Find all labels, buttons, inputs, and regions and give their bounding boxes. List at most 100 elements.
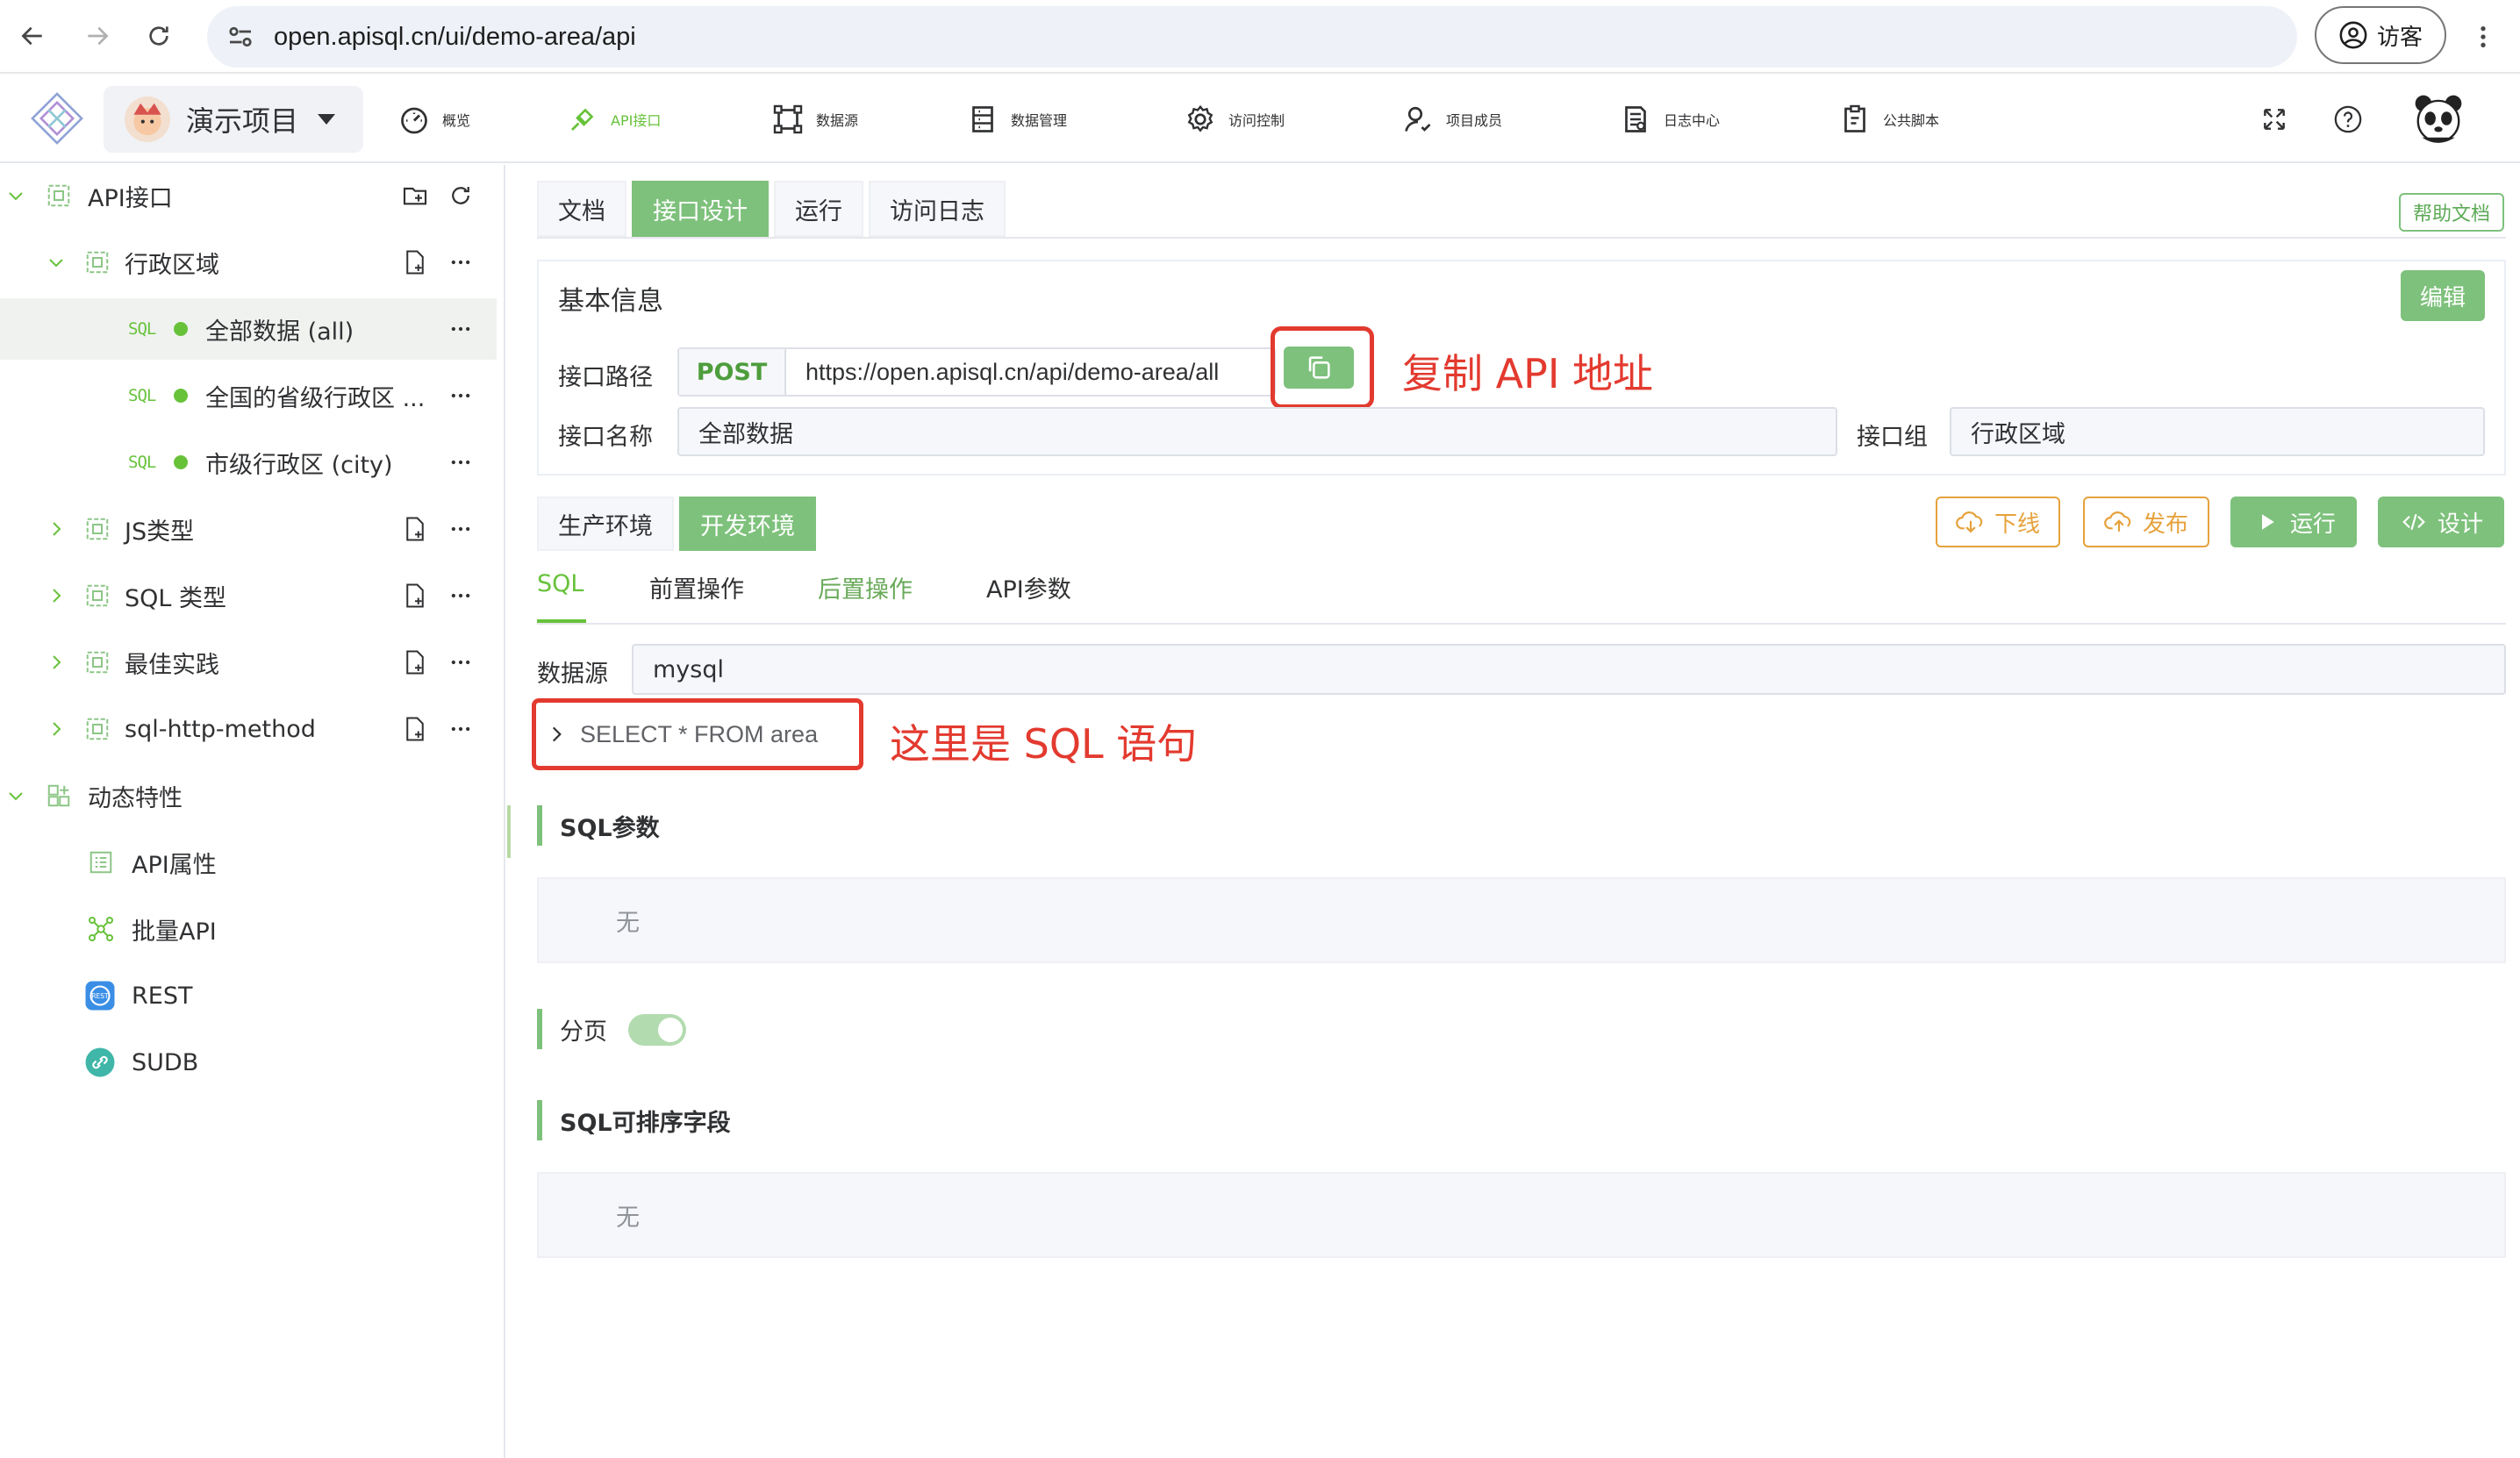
chevron-right-icon[interactable] bbox=[545, 723, 568, 746]
reload-button[interactable] bbox=[139, 16, 179, 56]
publish-button[interactable]: 发布 bbox=[2083, 497, 2209, 547]
datasource-icon bbox=[773, 104, 803, 134]
more-horizontal-icon bbox=[451, 526, 470, 532]
more-actions-button[interactable] bbox=[446, 381, 476, 411]
edit-button[interactable]: 编辑 bbox=[2401, 270, 2485, 321]
tab-production[interactable]: 生产环境 bbox=[537, 497, 674, 551]
cloud-download-icon bbox=[1956, 511, 1983, 533]
add-api-button[interactable] bbox=[400, 714, 430, 744]
chevron-right-icon[interactable] bbox=[46, 652, 67, 673]
tree-api-all[interactable]: SQL 全部数据 (all) bbox=[0, 298, 497, 360]
code-icon bbox=[2402, 513, 2425, 531]
profile-label: 访客 bbox=[2376, 24, 2423, 51]
more-actions-button[interactable] bbox=[446, 714, 476, 744]
offline-button[interactable]: 下线 bbox=[1936, 497, 2060, 547]
project-selector[interactable]: 演示项目 bbox=[104, 86, 363, 153]
api-group-field[interactable]: 行政区域 bbox=[1950, 407, 2485, 456]
forward-button[interactable] bbox=[77, 16, 118, 56]
chevron-down-icon[interactable] bbox=[5, 785, 26, 806]
api-path-field[interactable]: POST https://open.apisql.cn/api/demo-are… bbox=[677, 347, 1276, 397]
tree-group-sql-http-method[interactable]: sql-http-method bbox=[0, 698, 497, 760]
tree-api-city[interactable]: SQL 市级行政区 (city) bbox=[0, 432, 497, 493]
app-logo-icon[interactable] bbox=[28, 88, 86, 149]
menu-data-manage[interactable]: 数据管理 bbox=[967, 75, 1067, 163]
chevron-right-icon[interactable] bbox=[46, 585, 67, 606]
panel-splitter[interactable] bbox=[504, 165, 505, 1458]
tab-development[interactable]: 开发环境 bbox=[679, 497, 816, 551]
sql-editor-collapsed[interactable]: SELECT * FROM area bbox=[532, 698, 863, 770]
tree-item-sudb[interactable]: SUDB bbox=[0, 1032, 497, 1093]
refresh-icon bbox=[452, 187, 469, 204]
tree-api-province[interactable]: SQL 全国的省级行政区 ... bbox=[0, 365, 497, 426]
splitter-handle[interactable] bbox=[507, 805, 511, 858]
status-dot bbox=[174, 389, 188, 403]
app-header: 演示项目 概览 API接口 数据源 数据管理 访问控制 项目成员 日志中心 公共… bbox=[0, 75, 2520, 163]
tree-group-sql[interactable]: SQL 类型 bbox=[0, 565, 497, 626]
tree-root-api[interactable]: API接口 bbox=[0, 165, 497, 226]
add-api-button[interactable] bbox=[400, 247, 430, 277]
datasource-field[interactable]: mysql bbox=[632, 644, 2506, 695]
run-button[interactable]: 运行 bbox=[2230, 497, 2357, 547]
help-button[interactable] bbox=[2329, 100, 2367, 139]
chevron-down-icon[interactable] bbox=[46, 252, 67, 273]
subtab-post-ops[interactable]: 后置操作 bbox=[818, 570, 913, 604]
project-avatar bbox=[125, 96, 170, 142]
chevron-down-icon[interactable] bbox=[5, 185, 26, 206]
back-button[interactable] bbox=[12, 16, 53, 56]
more-actions-button[interactable] bbox=[446, 647, 476, 677]
chevron-right-icon[interactable] bbox=[46, 718, 67, 740]
subtab-sql[interactable]: SQL bbox=[537, 570, 583, 597]
paging-toggle[interactable] bbox=[628, 1014, 686, 1046]
more-actions-button[interactable] bbox=[446, 447, 476, 477]
project-name: 演示项目 bbox=[186, 104, 299, 138]
tree-root-dynamic[interactable]: 动态特性 bbox=[0, 765, 497, 826]
menu-log-center[interactable]: 日志中心 bbox=[1620, 75, 1720, 163]
more-horizontal-icon bbox=[451, 260, 470, 265]
reload-icon bbox=[149, 26, 168, 46]
menu-api[interactable]: API接口 bbox=[567, 75, 661, 163]
menu-members[interactable]: 项目成员 bbox=[1402, 75, 1502, 163]
tree-item-batch-api[interactable]: 批量API bbox=[0, 898, 497, 960]
tab-run[interactable]: 运行 bbox=[774, 181, 863, 237]
more-actions-button[interactable] bbox=[446, 247, 476, 277]
menu-overview[interactable]: 概览 bbox=[398, 75, 470, 163]
tab-design[interactable]: 接口设计 bbox=[632, 181, 769, 237]
site-settings-icon[interactable] bbox=[225, 21, 256, 53]
tree-group-best-practice[interactable]: 最佳实践 bbox=[0, 632, 497, 693]
subtab-api-params[interactable]: API参数 bbox=[986, 570, 1071, 604]
tree-group-admin-area[interactable]: 行政区域 bbox=[0, 232, 497, 293]
browser-menu-button[interactable] bbox=[2464, 18, 2502, 56]
file-add-icon bbox=[406, 250, 424, 275]
address-bar[interactable]: open.apisql.cn/ui/demo-area/api bbox=[207, 6, 2297, 68]
menu-public-scripts[interactable]: 公共脚本 bbox=[1839, 75, 1939, 163]
more-actions-button[interactable] bbox=[446, 314, 476, 344]
add-folder-button[interactable] bbox=[400, 181, 430, 211]
tree-group-js[interactable]: JS类型 bbox=[0, 498, 497, 560]
fullscreen-button[interactable] bbox=[2255, 100, 2294, 139]
refresh-tree-button[interactable] bbox=[446, 181, 476, 211]
file-add-icon bbox=[406, 517, 424, 541]
tab-access-log[interactable]: 访问日志 bbox=[869, 181, 1006, 237]
more-actions-button[interactable] bbox=[446, 514, 476, 544]
add-api-button[interactable] bbox=[400, 581, 430, 611]
user-avatar[interactable] bbox=[2411, 91, 2466, 146]
subtab-pre-ops[interactable]: 前置操作 bbox=[649, 570, 744, 604]
menu-datasource[interactable]: 数据源 bbox=[772, 75, 858, 163]
tree-item-api-attrs[interactable]: API属性 bbox=[0, 832, 497, 893]
profile-button[interactable]: 访客 bbox=[2315, 6, 2446, 64]
more-actions-button[interactable] bbox=[446, 581, 476, 611]
chevron-right-icon[interactable] bbox=[46, 518, 67, 540]
tab-docs[interactable]: 文档 bbox=[537, 181, 626, 237]
rest-badge-icon: REST bbox=[85, 981, 115, 1011]
tree-item-rest[interactable]: REST REST bbox=[0, 965, 497, 1026]
copy-api-button[interactable] bbox=[1284, 347, 1354, 389]
api-name-field[interactable]: 全部数据 bbox=[677, 407, 1837, 456]
design-button[interactable]: 设计 bbox=[2378, 497, 2504, 547]
question-icon bbox=[2334, 105, 2362, 133]
list-icon bbox=[89, 851, 112, 874]
help-doc-button[interactable]: 帮助文档 bbox=[2399, 193, 2504, 232]
menu-access-control[interactable]: 访问控制 bbox=[1185, 75, 1285, 163]
add-api-button[interactable] bbox=[400, 514, 430, 544]
api-icon bbox=[571, 108, 594, 131]
add-api-button[interactable] bbox=[400, 647, 430, 677]
